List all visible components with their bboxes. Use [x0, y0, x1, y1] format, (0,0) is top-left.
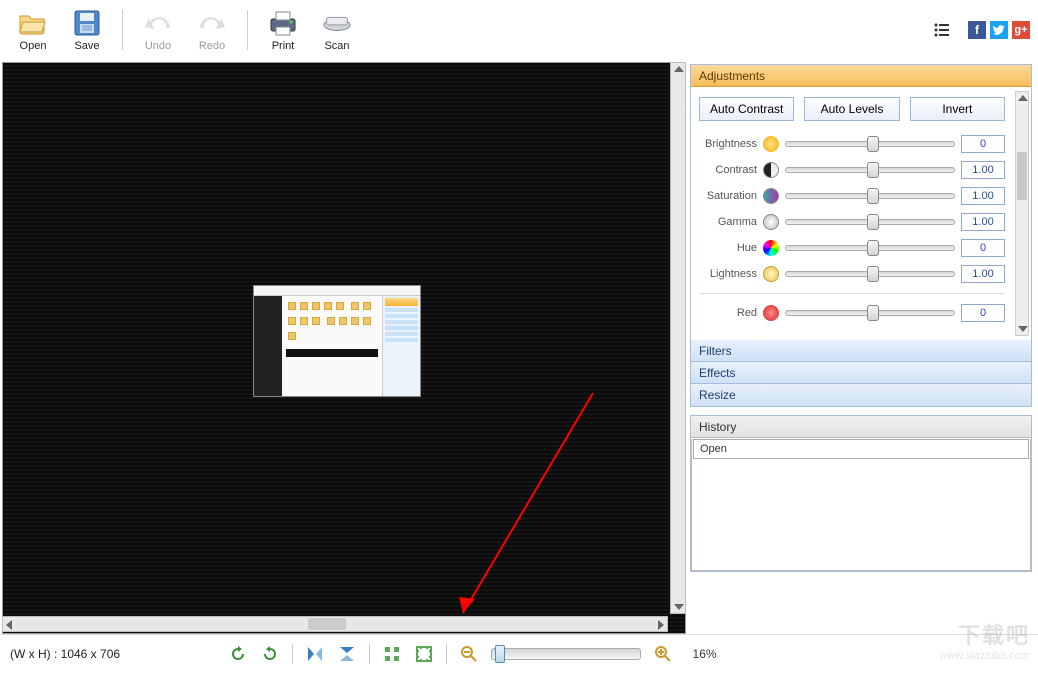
effects-header[interactable]: Effects	[691, 362, 1031, 384]
open-label: Open	[20, 40, 47, 52]
zoom-value: 16%	[685, 647, 725, 661]
adjustments-scrollbar[interactable]	[1015, 91, 1029, 336]
contrast-value[interactable]: 1.00	[961, 161, 1005, 179]
lightness-slider[interactable]	[785, 271, 955, 277]
annotation-arrow	[373, 383, 623, 634]
contrast-icon	[763, 162, 779, 178]
list-icon[interactable]	[932, 20, 952, 40]
flip-vertical-button[interactable]	[305, 644, 325, 664]
toolbar-separator	[122, 10, 123, 50]
gamma-value[interactable]: 1.00	[961, 213, 1005, 231]
toolbar-separator	[247, 10, 248, 50]
resize-header[interactable]: Resize	[691, 384, 1031, 406]
document-thumbnail[interactable]	[253, 285, 421, 397]
lightness-row: Lightness 1.00	[699, 265, 1023, 283]
undo-button[interactable]: Undo	[133, 3, 183, 57]
red-icon	[763, 305, 779, 321]
print-label: Print	[272, 40, 295, 52]
undo-icon	[143, 8, 173, 38]
invert-button[interactable]: Invert	[910, 97, 1005, 121]
print-button[interactable]: Print	[258, 3, 308, 57]
contrast-slider[interactable]	[785, 167, 955, 173]
history-header[interactable]: History	[691, 416, 1031, 438]
lightness-value[interactable]: 1.00	[961, 265, 1005, 283]
open-button[interactable]: Open	[8, 3, 58, 57]
red-value[interactable]: 0	[961, 304, 1005, 322]
history-panel: History Open	[690, 415, 1032, 572]
dimensions-label: (W x H) : 1046 x 706	[10, 647, 150, 661]
scan-label: Scan	[324, 40, 349, 52]
saturation-label: Saturation	[699, 190, 757, 202]
watermark: 下载吧 www.xiazaiba.com	[900, 618, 1030, 668]
folder-open-icon	[18, 8, 48, 38]
side-panels: Adjustments Auto Contrast Auto Levels In…	[688, 60, 1038, 634]
rotate-right-button[interactable]	[260, 644, 280, 664]
brightness-row: Brightness 0	[699, 135, 1023, 153]
saturation-slider[interactable]	[785, 193, 955, 199]
saturation-icon	[763, 188, 779, 204]
zoom-in-button[interactable]	[653, 644, 673, 664]
rotate-left-button[interactable]	[228, 644, 248, 664]
save-label: Save	[74, 40, 99, 52]
gamma-slider[interactable]	[785, 219, 955, 225]
facebook-icon[interactable]: f	[968, 21, 986, 39]
lightness-label: Lightness	[699, 268, 757, 280]
canvas-scrollbar-vertical[interactable]	[670, 62, 686, 614]
gamma-icon	[763, 214, 779, 230]
canvas[interactable]	[2, 62, 686, 634]
canvas-scrollbar-horizontal[interactable]	[2, 616, 668, 632]
redo-button[interactable]: Redo	[187, 3, 237, 57]
sun-icon	[763, 136, 779, 152]
redo-icon	[197, 8, 227, 38]
saturation-value[interactable]: 1.00	[961, 187, 1005, 205]
hue-row: Hue 0	[699, 239, 1023, 257]
scanner-icon	[322, 8, 352, 38]
status-bar: (W x H) : 1046 x 706 16%	[0, 634, 1038, 672]
scan-button[interactable]: Scan	[312, 3, 362, 57]
redo-label: Redo	[199, 40, 225, 52]
brightness-slider[interactable]	[785, 141, 955, 147]
filters-header[interactable]: Filters	[691, 340, 1031, 362]
brightness-value[interactable]: 0	[961, 135, 1005, 153]
gamma-row: Gamma 1.00	[699, 213, 1023, 231]
hue-icon	[763, 240, 779, 256]
main-toolbar: Open Save Undo Redo Print Scan	[0, 0, 1038, 60]
floppy-save-icon	[72, 8, 102, 38]
auto-contrast-button[interactable]: Auto Contrast	[699, 97, 794, 121]
saturation-row: Saturation 1.00	[699, 187, 1023, 205]
auto-levels-button[interactable]: Auto Levels	[804, 97, 899, 121]
red-label: Red	[699, 307, 757, 319]
hue-slider[interactable]	[785, 245, 955, 251]
printer-icon	[268, 8, 298, 38]
zoom-out-button[interactable]	[459, 644, 479, 664]
hue-label: Hue	[699, 242, 757, 254]
red-row: Red 0	[699, 304, 1023, 322]
twitter-icon[interactable]	[990, 21, 1008, 39]
fit-button[interactable]	[382, 644, 402, 664]
hue-value[interactable]: 0	[961, 239, 1005, 257]
contrast-label: Contrast	[699, 164, 757, 176]
contrast-row: Contrast 1.00	[699, 161, 1023, 179]
bulb-icon	[763, 266, 779, 282]
toolbar-right: f g+	[932, 20, 1030, 40]
adjustments-header[interactable]: Adjustments	[691, 65, 1031, 87]
flip-horizontal-button[interactable]	[337, 644, 357, 664]
brightness-label: Brightness	[699, 138, 757, 150]
zoom-slider[interactable]	[491, 648, 641, 660]
red-slider[interactable]	[785, 310, 955, 316]
googleplus-icon[interactable]: g+	[1012, 21, 1030, 39]
actual-size-button[interactable]	[414, 644, 434, 664]
gamma-label: Gamma	[699, 216, 757, 228]
adjustments-panel: Adjustments Auto Contrast Auto Levels In…	[690, 64, 1032, 407]
undo-label: Undo	[145, 40, 171, 52]
history-item[interactable]: Open	[693, 439, 1029, 459]
save-button[interactable]: Save	[62, 3, 112, 57]
